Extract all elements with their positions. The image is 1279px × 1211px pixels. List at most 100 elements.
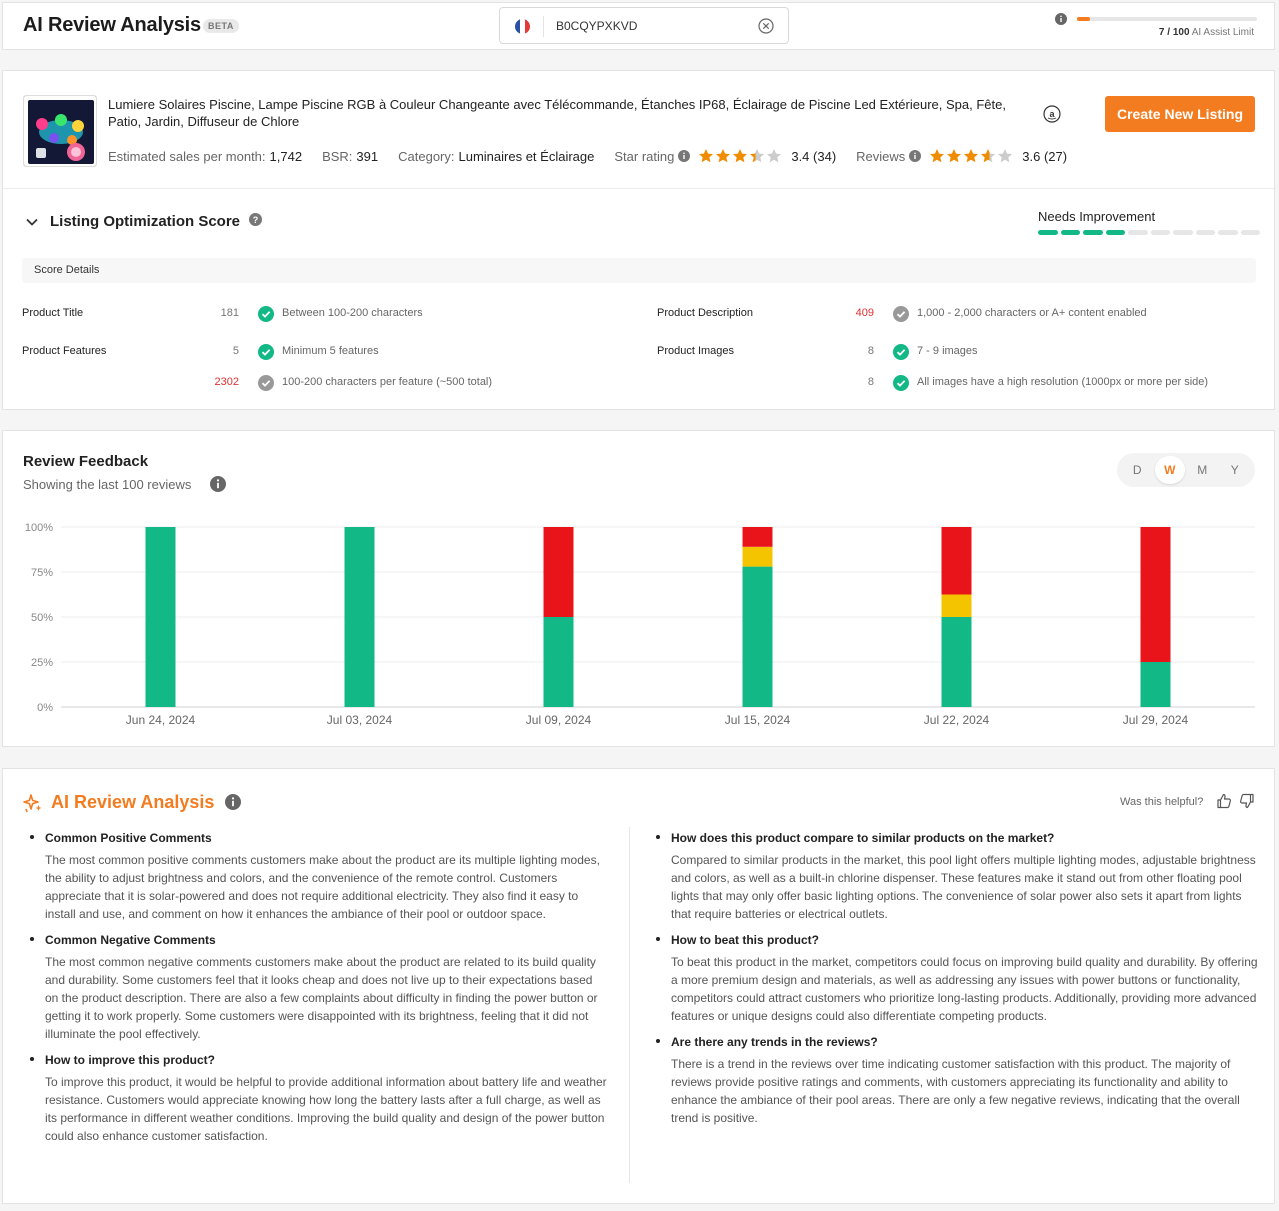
score-segment [1038,230,1058,235]
beta-badge: BETA [203,19,239,33]
period-d-button[interactable]: D [1122,456,1152,484]
helpful-label: Was this helpful? [1120,796,1204,808]
analysis-heading: How to beat this product? [671,933,819,947]
chart-bar-segment[interactable] [742,566,773,707]
reviews-label: Reviews [856,148,906,164]
x-tick-label: Jul 03, 2024 [327,713,393,727]
analysis-body: To improve this product, it would be hel… [45,1075,607,1143]
chart-bar-segment[interactable] [543,617,574,707]
svg-text:?: ? [253,215,259,225]
analysis-heading: Are there any trends in the reviews? [671,1035,878,1049]
score-segment [1240,230,1260,235]
chart-bar-segment[interactable] [742,527,773,547]
period-m-button[interactable]: M [1187,456,1217,484]
star-rating-value: 3.4 (34) [791,148,837,164]
period-y-button[interactable]: Y [1220,456,1250,484]
chart-bar-segment[interactable] [941,594,972,618]
optimization-status: Needs Improvement [1038,209,1156,224]
thumbs-up-icon[interactable] [1216,793,1232,809]
analysis-body: There is a trend in the reviews over tim… [671,1057,1240,1125]
help-icon[interactable]: ? [249,213,262,226]
product-image [23,95,97,167]
check-circle-icon [893,375,909,391]
score-row-label: Product Title [22,307,84,319]
optimization-score-meter [1038,230,1260,235]
clear-icon[interactable] [758,18,774,34]
score-row-criteria: Between 100-200 characters [282,307,423,319]
score-row-criteria: Minimum 5 features [282,345,379,357]
listing-optimization-title[interactable]: Listing Optimization Score [50,213,240,230]
ai-analysis-right-column: How does this product compare to similar… [651,829,1261,1135]
score-row-value: 2302 [214,376,239,388]
analysis-heading: Common Positive Comments [45,831,212,845]
reviews-stars [929,148,1014,164]
analysis-heading: How does this product compare to similar… [671,831,1055,845]
chart-bar-segment[interactable] [1140,527,1171,662]
period-w-button[interactable]: W [1154,456,1185,484]
chevron-down-icon[interactable] [25,215,39,229]
chart-bar-segment[interactable] [742,546,773,567]
chart-bar-segment[interactable] [543,527,574,617]
info-icon[interactable] [210,476,226,492]
chart-bar-segment[interactable] [145,527,176,707]
ai-limit-text: 7 / 100 AI Assist Limit [1158,27,1254,38]
asin-input[interactable] [556,19,746,33]
analysis-heading: Common Negative Comments [45,933,216,947]
x-tick-label: Jun 24, 2024 [126,713,196,727]
analysis-body: The most common negative comments custom… [45,955,598,1041]
x-tick-label: Jul 09, 2024 [526,713,592,727]
score-segment [1128,230,1148,235]
score-row-label: Product Features [22,345,107,357]
score-row-label: Product Description [657,307,753,319]
create-new-listing-button[interactable]: Create New Listing [1105,96,1255,132]
chart-bar-segment[interactable] [941,527,972,595]
score-row-value: 181 [220,307,239,319]
score-segment [1150,230,1170,235]
chart-bar-segment[interactable] [344,527,375,707]
y-tick-label: 0% [37,702,53,714]
svg-text:a: a [1049,109,1055,119]
sales-label: Estimated sales per month: [108,148,266,164]
product-card: Lumiere Solaires Piscine, Lampe Piscine … [2,70,1275,410]
x-tick-label: Jul 15, 2024 [725,713,791,727]
review-feedback-chart: 0% 25% 50% 75% 100% Jun 24, 2024 Jul 03, 2024 J… [25,522,1255,727]
chart-bar-segment[interactable] [941,617,972,707]
thumbs-down-icon[interactable] [1239,793,1255,809]
score-row-value: 8 [867,345,874,357]
chart-bar-segment[interactable] [1140,662,1171,707]
category-label: Category: [398,148,455,164]
ai-analysis-left-column: Common Positive Comments The most common … [25,829,607,1153]
analysis-item: Common Positive Comments The most common … [25,829,607,923]
score-row-criteria: All images have a high resolution (1000p… [917,376,1209,388]
divider [3,188,1274,189]
score-segment [1105,230,1125,235]
reviews-value: 3.6 (27) [1022,148,1068,164]
app-title: AI Review Analysis [23,14,201,36]
search-divider [543,16,544,37]
score-details-header: Score Details [22,258,1256,283]
analysis-body: To beat this product in the market, comp… [671,955,1258,1023]
star-rating-label: Star rating [614,148,675,164]
france-flag-icon[interactable] [515,19,530,34]
analysis-item: How does this product compare to similar… [651,829,1261,923]
info-icon[interactable] [909,150,922,162]
period-toggle[interactable]: DWMY [1117,453,1255,487]
info-icon[interactable] [678,150,691,162]
analysis-heading: How to improve this product? [45,1053,215,1067]
ai-analysis-title: AI Review Analysis [51,792,215,812]
analysis-item: Common Negative Comments The most common … [25,931,607,1043]
bsr-value: 391 [356,148,379,164]
asin-search[interactable] [499,7,789,44]
check-circle-gray-icon [893,306,909,322]
score-segment [1195,230,1215,235]
info-icon[interactable] [1055,13,1067,25]
review-feedback-title: Review Feedback [23,453,149,470]
check-circle-icon [893,344,909,360]
product-title: Lumiere Solaires Piscine, Lampe Piscine … [108,97,1006,129]
analysis-body: The most common positive comments custom… [45,853,600,921]
score-segment [1218,230,1238,235]
amazon-icon[interactable]: a [1043,105,1061,123]
y-tick-label: 25% [31,657,53,669]
info-icon[interactable] [225,794,241,810]
score-row-criteria: 100-200 characters per feature (~500 tot… [282,376,493,388]
